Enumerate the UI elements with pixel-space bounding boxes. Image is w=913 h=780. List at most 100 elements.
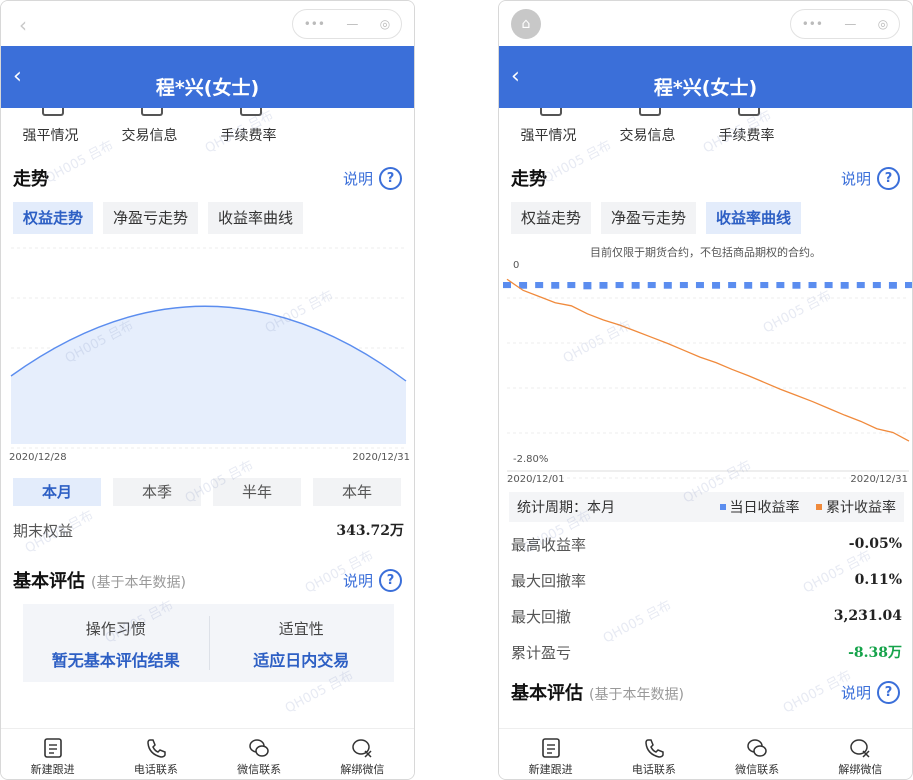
legend-cumulative-swatch — [816, 504, 822, 510]
eval-habit-label: 操作习惯 — [85, 620, 146, 638]
bottom-label: 电话联系 — [631, 763, 676, 776]
phone-right: ⌂ ••• — ◎ ‹ 程*兴(女士) 强平情况 交易信息 手续费率 走势 说明… — [498, 0, 913, 780]
quick-link-label: 交易信息 — [121, 128, 178, 144]
tab-return-curve[interactable]: 收益率曲线 — [208, 202, 304, 234]
bottom-phone[interactable]: 电话联系 — [104, 729, 207, 779]
checklist-icon — [43, 738, 62, 758]
bottom-phone[interactable]: 电话联系 — [602, 729, 705, 779]
daily-return-bar — [583, 282, 592, 290]
home-icon[interactable]: ⌂ — [511, 9, 541, 39]
tab-net-pnl-trend[interactable]: 净盈亏走势 — [601, 202, 697, 234]
trend-header: 走势 说明? — [499, 160, 912, 196]
legend-daily-swatch — [719, 504, 726, 510]
wechat-icon — [249, 739, 269, 757]
period-half-year[interactable]: 半年 — [213, 478, 301, 506]
trend-tabs: 权益走势 净盈亏走势 收益率曲线 — [1, 202, 414, 234]
quick-link-label: 强平情况 — [520, 128, 577, 144]
tab-equity-trend[interactable]: 权益走势 — [13, 202, 94, 234]
quick-link-trade-info[interactable]: 交易信息 — [100, 108, 199, 150]
bottom-new-followup[interactable]: 新建跟进 — [1, 729, 104, 779]
mini-program-capsule[interactable]: ••• — ◎ — [790, 9, 900, 39]
mini-program-capsule[interactable]: ••• — ◎ — [292, 9, 402, 39]
period-year[interactable]: 本年 — [313, 478, 401, 506]
bottom-unbind-wechat[interactable]: 解绑微信 — [809, 729, 912, 779]
legend-daily-return[interactable]: 当日收益率 — [719, 497, 800, 517]
scroll-content[interactable]: 强平情况 交易信息 手续费率 走势 说明? 权益走势 净盈亏走势 收益率曲线 2… — [1, 108, 414, 729]
x-start-label: 2020/12/01 — [507, 474, 565, 485]
chart-legend: 当日收益率 累计收益率 — [708, 497, 896, 517]
daily-return-bar — [905, 282, 912, 289]
x-end-label: 2020/12/31 — [850, 474, 908, 485]
fee-rate-icon — [239, 108, 262, 116]
status-bar: ⌂ ••• — ◎ — [499, 1, 912, 46]
eval-subheading: (基于本年数据) — [91, 575, 186, 591]
period-month[interactable]: 本月 — [13, 478, 101, 506]
trend-tabs: 权益走势 净盈亏走势 收益率曲线 — [499, 202, 912, 234]
explain-label: 说明 — [342, 571, 373, 590]
end-equity-label: 期末权益 — [13, 521, 74, 540]
eval-explain-button[interactable]: 说明? — [840, 680, 900, 704]
bottom-new-followup[interactable]: 新建跟进 — [499, 729, 602, 779]
end-equity-row: 期末权益 343.72万 — [1, 512, 414, 548]
phone-icon — [645, 739, 664, 758]
daily-return-bar — [792, 282, 801, 289]
daily-return-bar — [888, 282, 897, 289]
bottom-wechat[interactable]: 微信联系 — [706, 729, 809, 779]
quick-link-label: 强平情况 — [22, 128, 79, 144]
unbind-wechat-icon — [352, 739, 372, 758]
more-icon[interactable]: ••• — [304, 17, 325, 31]
trend-explain-button[interactable]: 说明? — [840, 166, 900, 190]
phone-left: ‹ ••• — ◎ ‹ 程*兴(女士) 强平情况 交易信息 手续费率 走势 说明… — [0, 0, 415, 780]
scroll-content[interactable]: 强平情况 交易信息 手续费率 走势 说明? 权益走势 净盈亏走势 收益率曲线 目… — [499, 108, 912, 729]
close-target-icon[interactable]: ◎ — [878, 17, 888, 31]
daily-return-bar — [663, 282, 672, 289]
daily-return-bar — [647, 282, 656, 289]
quick-link-label: 交易信息 — [619, 128, 676, 144]
checklist-icon — [541, 738, 560, 758]
cumulative-return-line — [506, 278, 910, 442]
more-icon[interactable]: ••• — [802, 17, 823, 31]
explain-label: 说明 — [840, 683, 871, 702]
unbind-wechat-icon — [850, 739, 870, 758]
daily-return-bar — [760, 282, 769, 289]
tab-net-pnl-trend[interactable]: 净盈亏走势 — [103, 202, 199, 234]
bottom-label: 新建跟进 — [528, 763, 573, 776]
quick-link-liquidation[interactable]: 强平情况 — [1, 108, 100, 150]
trend-explain-button[interactable]: 说明? — [343, 166, 402, 190]
x-start-label: 2020/12/28 — [9, 452, 67, 463]
equity-chart: 2020/12/28 2020/12/31 — [1, 234, 414, 469]
eval-explain-button[interactable]: 说明? — [342, 568, 402, 592]
bottom-wechat[interactable]: 微信联系 — [208, 729, 311, 779]
bottom-unbind-wechat[interactable]: 解绑微信 — [311, 729, 414, 779]
daily-return-bar — [599, 282, 608, 289]
liquidation-icon — [41, 108, 64, 116]
explain-label: 说明 — [840, 169, 871, 188]
quick-link-fee-rate[interactable]: 手续费率 — [199, 108, 298, 150]
quick-link-liquidation[interactable]: 强平情况 — [499, 108, 598, 150]
bottom-label: 微信联系 — [237, 763, 282, 776]
minimize-icon[interactable]: — — [346, 17, 358, 31]
quick-link-label: 手续费率 — [718, 128, 775, 144]
eval-suitability-value: 适应日内交易 — [253, 651, 350, 670]
bottom-label: 新建跟进 — [30, 763, 75, 776]
close-target-icon[interactable]: ◎ — [380, 17, 390, 31]
tab-equity-trend[interactable]: 权益走势 — [511, 202, 592, 234]
trend-heading: 走势 — [511, 169, 547, 190]
help-icon: ? — [379, 568, 402, 592]
stat-value-pnl: -8.38万 — [848, 645, 902, 661]
quick-link-fee-rate[interactable]: 手续费率 — [697, 108, 796, 150]
quick-link-trade-info[interactable]: 交易信息 — [598, 108, 697, 150]
quick-links: 强平情况 交易信息 手续费率 — [499, 108, 912, 150]
minimize-icon[interactable]: — — [844, 17, 856, 31]
liquidation-icon — [539, 108, 562, 116]
help-icon: ? — [877, 166, 900, 190]
legend-cumulative-return[interactable]: 累计收益率 — [816, 497, 896, 517]
daily-return-bar — [840, 282, 849, 289]
stat-row: 累计盈亏 -8.38万 — [499, 634, 912, 670]
stat-legend-row: 统计周期：本月 当日收益率 累计收益率 — [509, 492, 904, 522]
tab-return-curve[interactable]: 收益率曲线 — [706, 202, 802, 234]
period-quarter[interactable]: 本季 — [113, 478, 201, 506]
phone-icon — [147, 739, 166, 758]
daily-return-bar — [615, 282, 624, 289]
daily-return-bar — [744, 282, 753, 289]
